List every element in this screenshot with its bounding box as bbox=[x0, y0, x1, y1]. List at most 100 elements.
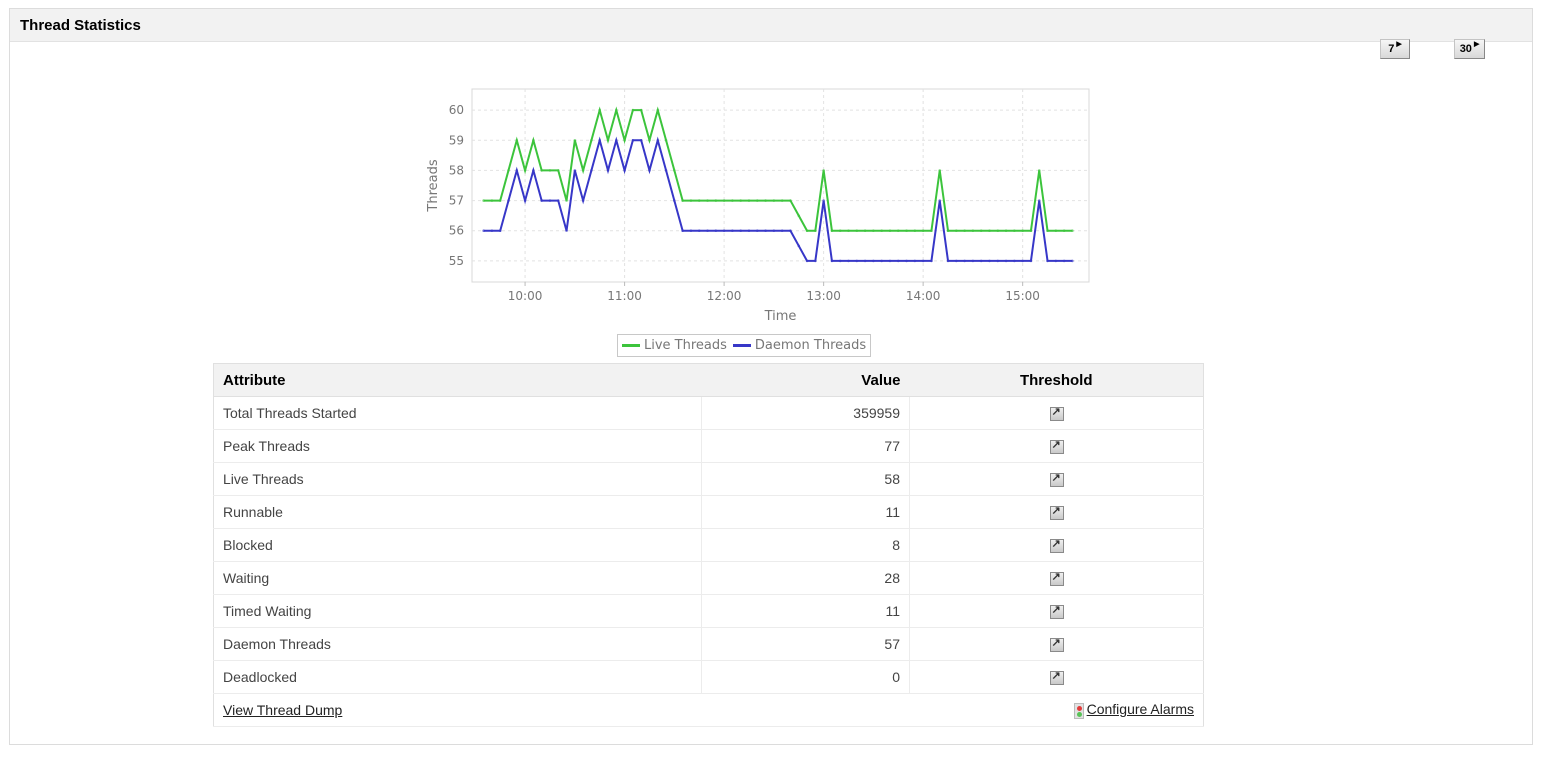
data-point bbox=[946, 229, 950, 233]
threshold-cell bbox=[909, 528, 1204, 562]
x-axis-label: Time bbox=[764, 309, 797, 324]
threshold-configure-icon[interactable] bbox=[1049, 669, 1064, 686]
table-row: Waiting 28 bbox=[213, 561, 1204, 595]
table-row: Blocked 8 bbox=[213, 528, 1204, 562]
data-point bbox=[706, 229, 709, 233]
threshold-configure-icon[interactable] bbox=[1049, 603, 1064, 620]
y-tick-label: 57 bbox=[449, 194, 464, 208]
data-point bbox=[523, 169, 527, 172]
data-point bbox=[921, 259, 925, 263]
legend-label-daemon: Daemon Threads bbox=[754, 338, 867, 353]
data-point bbox=[1029, 259, 1033, 263]
data-point bbox=[1004, 229, 1008, 233]
view-thread-dump-link[interactable]: View Thread Dump bbox=[223, 702, 342, 718]
data-point bbox=[863, 259, 867, 263]
data-point bbox=[988, 259, 991, 263]
data-point bbox=[639, 108, 643, 112]
data-point bbox=[507, 169, 510, 172]
threshold-configure-icon[interactable] bbox=[1049, 471, 1064, 488]
data-point bbox=[955, 229, 958, 233]
data-point bbox=[656, 138, 660, 142]
data-point bbox=[1037, 199, 1041, 202]
data-point bbox=[689, 229, 693, 233]
data-point bbox=[1029, 229, 1033, 233]
value-cell: 8 bbox=[701, 528, 910, 562]
data-point bbox=[614, 108, 618, 112]
threshold-configure-icon[interactable] bbox=[1049, 405, 1064, 422]
thread-attributes-table: Attribute Value Threshold Total Threads … bbox=[213, 363, 1204, 727]
threshold-cell bbox=[909, 660, 1204, 694]
period-30-days-button[interactable]: 30 ▶ bbox=[1454, 39, 1485, 59]
data-point bbox=[764, 229, 767, 233]
period-7-label: 7 bbox=[1388, 43, 1395, 55]
data-point bbox=[490, 229, 494, 233]
data-point bbox=[598, 108, 602, 112]
y-axis-ticks: 55 56 57 58 59 60 bbox=[449, 103, 464, 268]
data-point bbox=[847, 259, 850, 263]
plot-area bbox=[471, 88, 1090, 283]
data-point bbox=[648, 138, 651, 142]
data-point bbox=[996, 259, 1000, 263]
data-point bbox=[913, 259, 917, 263]
panel-header: Thread Statistics bbox=[10, 9, 1532, 42]
header-value: Value bbox=[701, 363, 910, 397]
data-point bbox=[805, 229, 809, 233]
y-tick-label: 59 bbox=[449, 133, 464, 147]
x-tick-label: 12:00 bbox=[707, 289, 742, 303]
table-row: Runnable 11 bbox=[213, 495, 1204, 529]
threshold-configure-icon[interactable] bbox=[1049, 504, 1064, 521]
data-point bbox=[938, 169, 942, 172]
data-point bbox=[930, 259, 933, 263]
data-point bbox=[971, 259, 975, 263]
data-point bbox=[565, 229, 568, 233]
threshold-configure-icon[interactable] bbox=[1049, 570, 1064, 587]
attribute-cell: Waiting bbox=[213, 561, 702, 595]
threshold-configure-icon[interactable] bbox=[1049, 636, 1064, 653]
data-point bbox=[623, 169, 626, 172]
data-point bbox=[979, 259, 983, 263]
data-point bbox=[780, 199, 784, 202]
data-point bbox=[1013, 259, 1016, 263]
data-point bbox=[1054, 259, 1058, 263]
data-point bbox=[606, 169, 610, 172]
table-row: Deadlocked 0 bbox=[213, 660, 1204, 694]
data-point bbox=[905, 229, 908, 233]
data-point bbox=[913, 229, 917, 233]
legend-item-live-threads[interactable]: Live Threads bbox=[622, 338, 727, 353]
threshold-cell bbox=[909, 495, 1204, 529]
threshold-configure-icon[interactable] bbox=[1049, 438, 1064, 455]
data-point bbox=[1004, 259, 1008, 263]
value-cell: 77 bbox=[701, 429, 910, 463]
legend-item-daemon-threads[interactable]: Daemon Threads bbox=[732, 338, 867, 353]
table-row: Peak Threads 77 bbox=[213, 429, 1204, 463]
data-point bbox=[1046, 229, 1049, 233]
data-point bbox=[1046, 259, 1049, 263]
play-arrow-icon: ▶ bbox=[1396, 41, 1402, 48]
data-point bbox=[623, 138, 626, 142]
configure-alarms-link[interactable]: Configure Alarms bbox=[1087, 701, 1194, 717]
x-tick-label: 14:00 bbox=[906, 289, 941, 303]
data-point bbox=[814, 259, 817, 263]
data-point bbox=[830, 259, 834, 263]
threshold-cell bbox=[909, 561, 1204, 595]
data-point bbox=[540, 169, 543, 172]
data-point bbox=[905, 259, 908, 263]
threshold-cell bbox=[909, 429, 1204, 463]
data-point bbox=[888, 259, 892, 263]
threshold-configure-icon[interactable] bbox=[1049, 537, 1064, 554]
legend-swatch-live bbox=[622, 344, 640, 347]
data-point bbox=[880, 229, 883, 233]
data-point bbox=[938, 199, 942, 202]
value-cell: 11 bbox=[701, 594, 910, 628]
value-cell: 11 bbox=[701, 495, 910, 529]
attribute-cell: Daemon Threads bbox=[213, 627, 702, 661]
data-point bbox=[896, 229, 900, 233]
table-header-row: Attribute Value Threshold bbox=[213, 363, 1204, 397]
threshold-cell bbox=[909, 396, 1204, 430]
period-7-days-button[interactable]: 7 ▶ bbox=[1380, 39, 1410, 59]
table-row: Timed Waiting 11 bbox=[213, 594, 1204, 628]
data-point bbox=[507, 199, 510, 202]
data-point bbox=[963, 259, 966, 263]
data-point bbox=[955, 259, 958, 263]
data-point bbox=[747, 199, 751, 202]
